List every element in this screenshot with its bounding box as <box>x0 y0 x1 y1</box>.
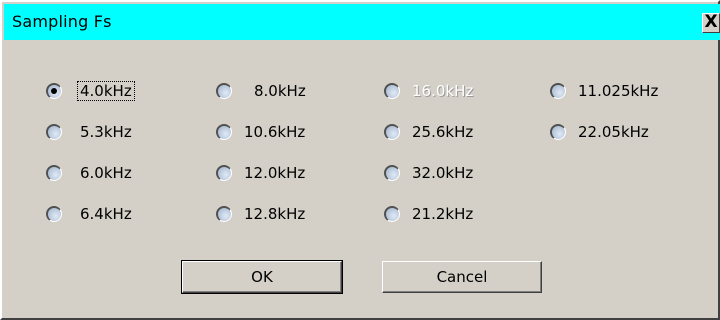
radio-8-0khz[interactable]: 8.0kHz <box>216 80 308 102</box>
radio-label: 6.4kHz <box>80 205 132 223</box>
radio-label: 4.0kHz <box>77 81 135 101</box>
radio-6-0khz[interactable]: 6.0kHz <box>46 162 134 184</box>
radio-unchecked-icon <box>216 206 232 222</box>
radio-label: 25.6kHz <box>412 123 474 141</box>
radio-11-025khz[interactable]: 11.025kHz <box>550 80 660 102</box>
radio-unchecked-icon <box>384 124 400 140</box>
radio-label: 22.05kHz <box>578 123 649 141</box>
radio-label: 6.0kHz <box>80 164 132 182</box>
radio-unchecked-icon <box>216 83 232 99</box>
radio-label: 5.3kHz <box>80 123 132 141</box>
radio-label: 16.0kHz <box>412 82 474 100</box>
radio-label: 10.6kHz <box>244 123 306 141</box>
radio-label: 32.0kHz <box>412 164 474 182</box>
radio-10-6khz[interactable]: 10.6kHz <box>216 121 307 143</box>
radio-unchecked-icon <box>384 83 400 99</box>
radio-25-6khz[interactable]: 25.6kHz <box>384 121 475 143</box>
radio-unchecked-icon <box>384 165 400 181</box>
radio-label: 21.2kHz <box>412 205 474 223</box>
sampling-fs-dialog: Sampling Fs X 4.0kHz 5.3kHz 6.0kHz 6.4kH… <box>0 0 720 320</box>
radio-unchecked-icon <box>550 83 566 99</box>
title-bar[interactable]: Sampling Fs X <box>4 4 720 40</box>
radio-6-4khz[interactable]: 6.4kHz <box>46 203 134 225</box>
radio-label: 12.8kHz <box>244 205 306 223</box>
radio-label: 11.025kHz <box>578 82 659 100</box>
radio-22-05khz[interactable]: 22.05kHz <box>550 121 651 143</box>
radio-unchecked-icon <box>46 124 62 140</box>
radio-12-0khz[interactable]: 12.0kHz <box>216 162 307 184</box>
radio-unchecked-icon <box>216 165 232 181</box>
radio-label: 8.0kHz <box>254 82 306 100</box>
radio-16-0khz: 16.0kHz <box>384 80 475 102</box>
ok-button[interactable]: OK <box>181 260 343 294</box>
radio-32-0khz[interactable]: 32.0kHz <box>384 162 475 184</box>
radio-21-2khz[interactable]: 21.2kHz <box>384 203 475 225</box>
radio-unchecked-icon <box>384 206 400 222</box>
radio-checked-icon <box>46 83 62 99</box>
radio-label: 12.0kHz <box>244 164 306 182</box>
dialog-title: Sampling Fs <box>12 12 112 31</box>
radio-5-3khz[interactable]: 5.3kHz <box>46 121 134 143</box>
cancel-button[interactable]: Cancel <box>382 261 542 293</box>
radio-unchecked-icon <box>550 124 566 140</box>
radio-12-8khz[interactable]: 12.8kHz <box>216 203 307 225</box>
radio-unchecked-icon <box>46 206 62 222</box>
radio-unchecked-icon <box>46 165 62 181</box>
close-icon[interactable]: X <box>702 13 720 33</box>
radio-4-0khz[interactable]: 4.0kHz <box>46 80 135 102</box>
radio-unchecked-icon <box>216 124 232 140</box>
